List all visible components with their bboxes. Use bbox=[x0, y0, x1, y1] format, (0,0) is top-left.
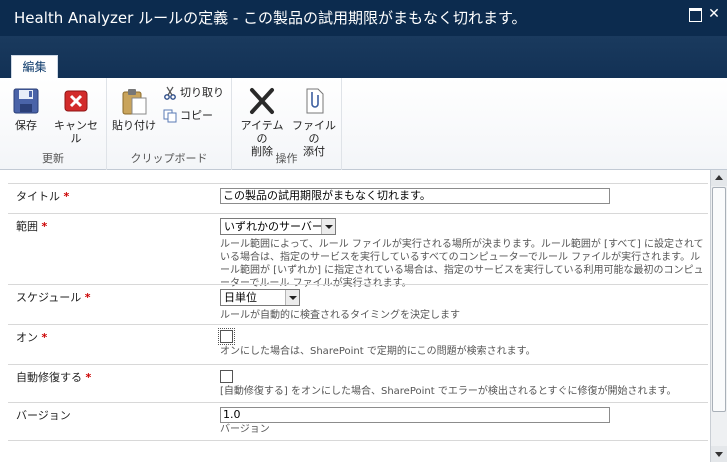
field-label-schedule: スケジュール * bbox=[16, 291, 91, 304]
form-row-schedule: スケジュール * 日単位 ルールが自動的に検査されるタイミングを決定します bbox=[8, 284, 708, 324]
attach-label-line1: ファイルの bbox=[292, 119, 336, 145]
schedule-selected-value: 日単位 bbox=[224, 291, 257, 304]
version-input[interactable]: 1.0 bbox=[220, 407, 610, 423]
form-area: タイトル * この製品の試用期限がまもなく切れます。 範囲 * いずれかのサーバ… bbox=[0, 170, 710, 462]
scroll-up-icon[interactable] bbox=[711, 170, 727, 186]
enabled-description: オンにした場合は、SharePoint で定期的にこの問題が検索されます。 bbox=[220, 346, 536, 357]
close-icon[interactable]: ✕ bbox=[706, 6, 722, 22]
auto-repair-description: [自動修復する] をオンにした場合、SharePoint でエラーが検出されると… bbox=[220, 386, 677, 397]
form-row-scope: 範囲 * いずれかのサーバー ルール範囲によって、ルール ファイルが実行される場… bbox=[8, 213, 708, 289]
field-label-scope: 範囲 * bbox=[16, 220, 48, 233]
field-label-title: タイトル * bbox=[16, 190, 70, 203]
ribbon: 保存 キャンセル 更新 貼り付け 切り取り コピー クリップボード アイテムの … bbox=[0, 78, 727, 170]
chevron-down-icon bbox=[321, 219, 335, 234]
required-marker: * bbox=[41, 220, 48, 233]
copy-icon bbox=[163, 109, 177, 123]
group-label-clipboard: クリップボード bbox=[130, 152, 208, 165]
form-row-enabled: オン * オンにした場合は、SharePoint で定期的にこの問題が検索されま… bbox=[8, 324, 708, 364]
cancel-button[interactable]: キャンセル bbox=[50, 86, 102, 145]
paste-button[interactable]: 貼り付け bbox=[111, 86, 157, 132]
form-row-divider bbox=[8, 440, 708, 462]
copy-label: コピー bbox=[180, 109, 213, 122]
auto-repair-checkbox[interactable] bbox=[220, 370, 233, 383]
delete-label-line1: アイテムの bbox=[240, 119, 284, 145]
version-description: バージョン bbox=[220, 424, 270, 435]
paste-label: 貼り付け bbox=[112, 119, 156, 132]
field-schedule: 日単位 ルールが自動的に検査されるタイミングを決定します bbox=[220, 289, 704, 322]
schedule-select[interactable]: 日単位 bbox=[220, 289, 300, 306]
ribbon-tab-band: 編集 bbox=[0, 36, 727, 79]
field-auto-repair: [自動修復する] をオンにした場合、SharePoint でエラーが検出されると… bbox=[220, 369, 704, 398]
form-row-version: バージョン 1.0 バージョン bbox=[8, 402, 708, 440]
attach-file-button[interactable]: ファイルの 添付 bbox=[288, 86, 340, 158]
ribbon-group-actions: アイテムの 削除 ファイルの 添付 操作 bbox=[232, 78, 342, 170]
cancel-label: キャンセル bbox=[54, 119, 98, 145]
enabled-checkbox[interactable] bbox=[218, 328, 235, 345]
field-title: この製品の試用期限がまもなく切れます。 bbox=[220, 188, 704, 204]
scroll-down-icon[interactable] bbox=[711, 446, 727, 462]
attach-file-icon bbox=[299, 86, 329, 116]
field-label-version: バージョン bbox=[16, 409, 71, 422]
window-title: Health Analyzer ルールの定義 - この製品の試用期限がまもなく切… bbox=[14, 9, 527, 27]
ribbon-group-update: 保存 キャンセル 更新 bbox=[0, 78, 107, 170]
delete-x-icon bbox=[247, 86, 277, 116]
cut-button[interactable]: 切り取り bbox=[163, 86, 224, 100]
scrollbar-thumb[interactable] bbox=[712, 187, 726, 412]
title-input[interactable]: この製品の試用期限がまもなく切れます。 bbox=[220, 188, 610, 204]
required-marker: * bbox=[63, 190, 70, 203]
required-marker: * bbox=[41, 331, 48, 344]
group-label-actions: 操作 bbox=[275, 152, 298, 165]
field-label-enabled: オン * bbox=[16, 331, 48, 344]
scope-select[interactable]: いずれかのサーバー bbox=[220, 218, 336, 235]
cut-label: 切り取り bbox=[180, 86, 224, 99]
field-label-auto-repair: 自動修復する * bbox=[16, 371, 92, 384]
form-row-title: タイトル * この製品の試用期限がまもなく切れます。 bbox=[8, 183, 708, 213]
required-marker: * bbox=[85, 371, 92, 384]
maximize-icon[interactable] bbox=[687, 6, 703, 22]
copy-button[interactable]: コピー bbox=[163, 109, 213, 123]
delete-item-button[interactable]: アイテムの 削除 bbox=[236, 86, 288, 158]
paste-icon bbox=[119, 86, 149, 116]
chevron-down-icon bbox=[285, 290, 299, 305]
save-icon bbox=[11, 86, 41, 116]
window-titlebar: Health Analyzer ルールの定義 - この製品の試用期限がまもなく切… bbox=[0, 0, 727, 36]
field-enabled: オンにした場合は、SharePoint で定期的にこの問題が検索されます。 bbox=[218, 328, 704, 358]
vertical-scrollbar[interactable] bbox=[710, 170, 727, 462]
field-scope: いずれかのサーバー ルール範囲によって、ルール ファイルが実行される場所が決まり… bbox=[220, 218, 704, 290]
form-row-auto-repair: 自動修復する * [自動修復する] をオンにした場合、SharePoint でエ… bbox=[8, 364, 708, 402]
ribbon-group-clipboard: 貼り付け 切り取り コピー クリップボード bbox=[107, 78, 232, 170]
field-version: 1.0 バージョン bbox=[220, 407, 704, 436]
tab-edit[interactable]: 編集 bbox=[11, 55, 58, 79]
save-button[interactable]: 保存 bbox=[10, 86, 42, 132]
scope-selected-value: いずれかのサーバー bbox=[224, 220, 323, 233]
cancel-icon bbox=[61, 86, 91, 116]
scope-description: ルール範囲によって、ルール ファイルが実行される場所が決まります。ルール範囲が … bbox=[220, 239, 704, 289]
schedule-description: ルールが自動的に検査されるタイミングを決定します bbox=[220, 310, 460, 321]
group-label-update: 更新 bbox=[42, 152, 64, 165]
scissors-icon bbox=[163, 86, 177, 100]
save-label: 保存 bbox=[15, 119, 37, 132]
required-marker: * bbox=[84, 291, 91, 304]
